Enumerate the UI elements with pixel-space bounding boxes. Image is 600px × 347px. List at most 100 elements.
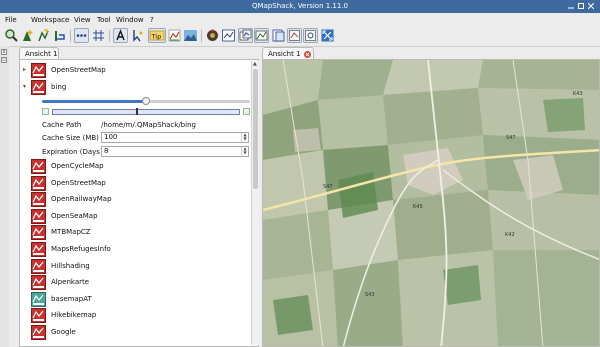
road-label: K45 <box>413 204 423 210</box>
map-name: Google <box>51 328 76 336</box>
map-name: Hillshading <box>51 261 90 270</box>
menu-view[interactable]: View <box>74 16 91 24</box>
map-icon <box>31 258 46 274</box>
cache-size-label: Cache Size (MB) <box>42 134 99 142</box>
map-icon <box>31 225 46 241</box>
road-label: S43 <box>365 292 375 298</box>
text-cursor-icon[interactable] <box>113 28 128 43</box>
list-item[interactable]: Google <box>20 325 250 340</box>
cache-size-value: 100 <box>104 133 118 141</box>
dem-view-icon[interactable] <box>254 28 269 43</box>
expiration-value: 8 <box>104 147 109 155</box>
expiration-label: Expiration (Days) <box>42 148 103 156</box>
title-bar: QMapShack, Version 1.11.0 <box>0 0 600 13</box>
close-tab-icon[interactable] <box>304 51 311 58</box>
menu-file[interactable]: File <box>5 16 17 24</box>
list-item[interactable]: OpenCycleMap <box>20 159 250 174</box>
range-left-button[interactable] <box>42 108 49 115</box>
list-item[interactable]: basemapAT <box>20 291 250 307</box>
map-icon <box>31 175 46 191</box>
list-item[interactable]: Hikebikemap <box>20 308 250 324</box>
maximize-icon[interactable] <box>578 3 584 9</box>
collapse-arrow-icon[interactable]: ▾ <box>23 83 26 90</box>
route-icon[interactable] <box>36 28 51 43</box>
landscape-icon[interactable] <box>183 28 198 43</box>
menu-bar: File Workspace View Tool Window ? <box>0 13 600 26</box>
list-item[interactable]: MapsRefugesInfo <box>20 242 250 257</box>
settings-wheel-icon[interactable] <box>205 28 220 43</box>
window-title: QMapShack, Version 1.11.0 <box>251 2 349 10</box>
map-name: bing <box>51 83 67 91</box>
map-view-svg[interactable]: K43 S47 K45 K42 S43 S47 <box>263 60 600 347</box>
add-waypoint-icon[interactable] <box>20 28 35 43</box>
spin-arrows-icon[interactable]: ▲ ▼ <box>241 147 248 156</box>
list-item[interactable]: OpenSeaMap <box>20 208 250 224</box>
cache-size-field[interactable]: 100 ▲ ▼ <box>101 132 249 143</box>
geo-search-icon[interactable] <box>303 28 318 43</box>
database-icon[interactable] <box>287 28 302 43</box>
search-map-icon[interactable] <box>4 28 19 43</box>
list-item[interactable]: Hillshading <box>20 258 250 274</box>
map-name: OpenCycleMap <box>51 162 104 170</box>
tab-left-label: Ansicht 1 <box>25 50 58 58</box>
map-name: OpenRailwayMap <box>51 195 112 204</box>
map-name: OpenStreetMap <box>51 178 106 187</box>
map-canvas[interactable]: K43 S47 K45 K42 S43 S47 <box>262 59 600 347</box>
opacity-slider[interactable] <box>42 97 250 105</box>
map-name: OpenSeaMap <box>51 211 98 220</box>
map-name: MapsRefugesInfo <box>51 245 111 253</box>
chart-icon[interactable] <box>167 28 182 43</box>
range-marker[interactable] <box>136 108 138 115</box>
scroll-up-icon[interactable]: ▲ <box>253 61 257 67</box>
map-icon <box>31 242 46 257</box>
list-item[interactable]: OpenRailwayMap <box>20 192 250 208</box>
expand-arrow-icon[interactable]: ▸ <box>23 66 26 73</box>
workspace-icon[interactable] <box>271 28 286 43</box>
scroll-thumb[interactable] <box>253 69 258 189</box>
list-item[interactable]: MTBMapCZ <box>20 225 250 241</box>
list-item[interactable]: ▾ bing <box>20 80 250 95</box>
layers-icon[interactable] <box>238 28 253 43</box>
tip-icon[interactable]: Tip <box>148 28 166 43</box>
map-view-icon[interactable] <box>221 28 236 43</box>
track-icon[interactable] <box>52 28 67 43</box>
map-list-scrollbar[interactable]: ▲ <box>251 61 259 345</box>
cache-path-label: Cache Path <box>42 121 82 129</box>
tab-map-label: Ansicht 1 <box>268 50 301 58</box>
expiration-field[interactable]: 8 ▲ ▼ <box>101 146 249 157</box>
list-item[interactable]: ▸ OpenStreetMap <box>20 63 250 78</box>
cache-path-value: /home/m/.QMapShack/bing <box>101 121 196 129</box>
map-icon <box>31 308 46 324</box>
grid-icon[interactable] <box>91 28 106 43</box>
range-right-button[interactable] <box>243 108 250 115</box>
opacity-slider-handle[interactable] <box>142 97 150 105</box>
track-dots-icon[interactable] <box>74 28 89 43</box>
list-item[interactable]: Alpenkarte <box>20 275 250 291</box>
fullscreen-icon[interactable] <box>320 28 335 43</box>
map-icon <box>31 208 46 224</box>
map-name: Alpenkarte <box>51 278 90 287</box>
spin-arrows-icon[interactable]: ▲ ▼ <box>241 133 248 142</box>
cursor-arrow-icon[interactable] <box>130 28 145 43</box>
menu-tool[interactable]: Tool <box>97 16 111 24</box>
toolbar-separator <box>70 30 71 42</box>
minimize-icon[interactable] <box>568 3 574 9</box>
list-item[interactable]: OpenStreetMap <box>20 175 250 191</box>
map-icon <box>31 80 46 95</box>
menu-workspace[interactable]: Workspace <box>31 16 69 24</box>
dock-float-button[interactable]: ▫ <box>1 57 7 63</box>
menu-help[interactable]: ? <box>150 16 154 24</box>
map-icon <box>31 325 46 340</box>
map-icon <box>31 192 46 208</box>
close-icon[interactable] <box>588 3 594 9</box>
menu-window[interactable]: Window <box>116 16 144 24</box>
dock-close-button[interactable]: x <box>1 49 7 55</box>
dock-sidebar: x ▫ <box>0 46 9 347</box>
road-label: K43 <box>573 91 583 97</box>
map-name: MTBMapCZ <box>51 228 91 237</box>
scale-range-bar[interactable] <box>42 108 250 115</box>
map-name: Hikebikemap <box>51 311 97 320</box>
toolbar-separator <box>201 30 202 42</box>
road-label: S47 <box>323 184 333 190</box>
opacity-slider-fill <box>42 100 146 103</box>
